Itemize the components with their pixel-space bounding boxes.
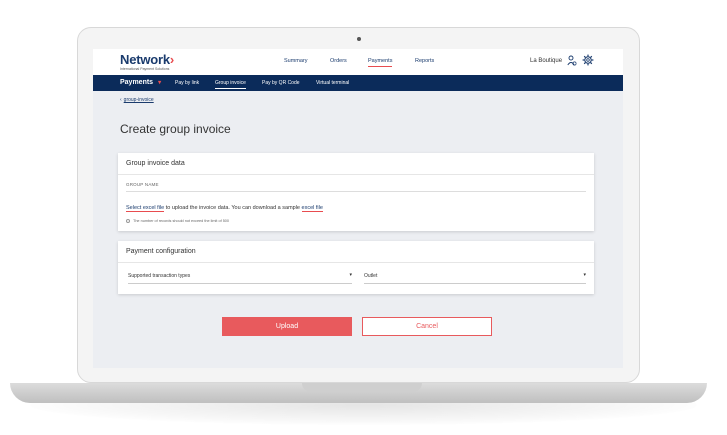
breadcrumb[interactable]: ‹ group-invoice	[120, 97, 154, 103]
chevron-down-icon: ▾	[158, 80, 162, 86]
sample-excel-link[interactable]: excel file	[301, 205, 323, 212]
outlet-label: Outlet	[364, 273, 378, 279]
select-excel-link[interactable]: Select excel file	[126, 205, 165, 212]
cancel-button[interactable]: Cancel	[362, 317, 492, 336]
page-title: Create group invoice	[120, 122, 231, 136]
webcam	[357, 37, 361, 41]
info-icon	[126, 219, 130, 223]
sub-nav-pay-by-qr[interactable]: Pay by QR Code	[262, 80, 300, 86]
group-name-field[interactable]: GROUP NAME	[126, 182, 159, 187]
brand-name: Network	[120, 52, 170, 67]
card-title: Payment configuration	[126, 248, 196, 255]
sub-nav-main-label: Payments	[120, 79, 154, 86]
sub-nav-payments-menu[interactable]: Payments ▾	[120, 79, 161, 86]
records-note: The number of records should not exceed …	[126, 219, 229, 223]
card-divider	[118, 262, 594, 263]
upload-button[interactable]: Upload	[222, 317, 352, 336]
breadcrumb-link[interactable]: group-invoice	[124, 97, 154, 103]
nav-reports[interactable]: Reports	[415, 58, 434, 64]
gear-icon[interactable]	[582, 54, 594, 66]
upload-instructions: Select excel file to upload the invoice …	[126, 205, 323, 212]
card-divider	[118, 174, 594, 175]
brand-logo[interactable]: Network›	[120, 52, 174, 67]
upload-text: to upload the invoice data. You can down…	[164, 205, 302, 211]
top-bar: Network› International Payment Solutions…	[93, 49, 623, 75]
outlet-select[interactable]: Outlet ▾	[364, 272, 586, 284]
nav-summary[interactable]: Summary	[284, 58, 308, 64]
payment-config-card: Payment configuration Supported transact…	[118, 241, 594, 294]
nav-orders[interactable]: Orders	[330, 58, 347, 64]
nav-payments[interactable]: Payments	[368, 58, 393, 67]
caret-down-icon: ▾	[583, 272, 586, 278]
caret-down-icon: ▾	[349, 272, 352, 278]
brand-chevron-icon: ›	[169, 52, 175, 67]
sub-nav-pay-by-link[interactable]: Pay by link	[175, 80, 199, 86]
laptop-notch	[302, 383, 422, 392]
brand-tagline: International Payment Solutions	[120, 67, 170, 71]
merchant-name: La Boutique	[530, 58, 563, 64]
transaction-types-label: Supported transaction types	[128, 273, 191, 279]
card-title: Group invoice data	[126, 160, 185, 167]
sub-nav-bar: Payments ▾ Pay by link Group invoice Pay …	[93, 75, 623, 91]
records-note-text: The number of records should not exceed …	[133, 219, 230, 223]
group-invoice-card: Group invoice data GROUP NAME Select exc…	[118, 153, 594, 231]
sub-nav-virtual-terminal[interactable]: Virtual terminal	[316, 80, 349, 86]
app-screen: Network› International Payment Solutions…	[93, 49, 623, 368]
user-icon[interactable]	[567, 55, 577, 67]
group-name-underline	[126, 191, 586, 192]
chevron-left-icon: ‹	[120, 97, 122, 103]
transaction-types-select[interactable]: Supported transaction types ▾	[128, 272, 352, 284]
sub-nav-group-invoice[interactable]: Group invoice	[215, 80, 246, 89]
